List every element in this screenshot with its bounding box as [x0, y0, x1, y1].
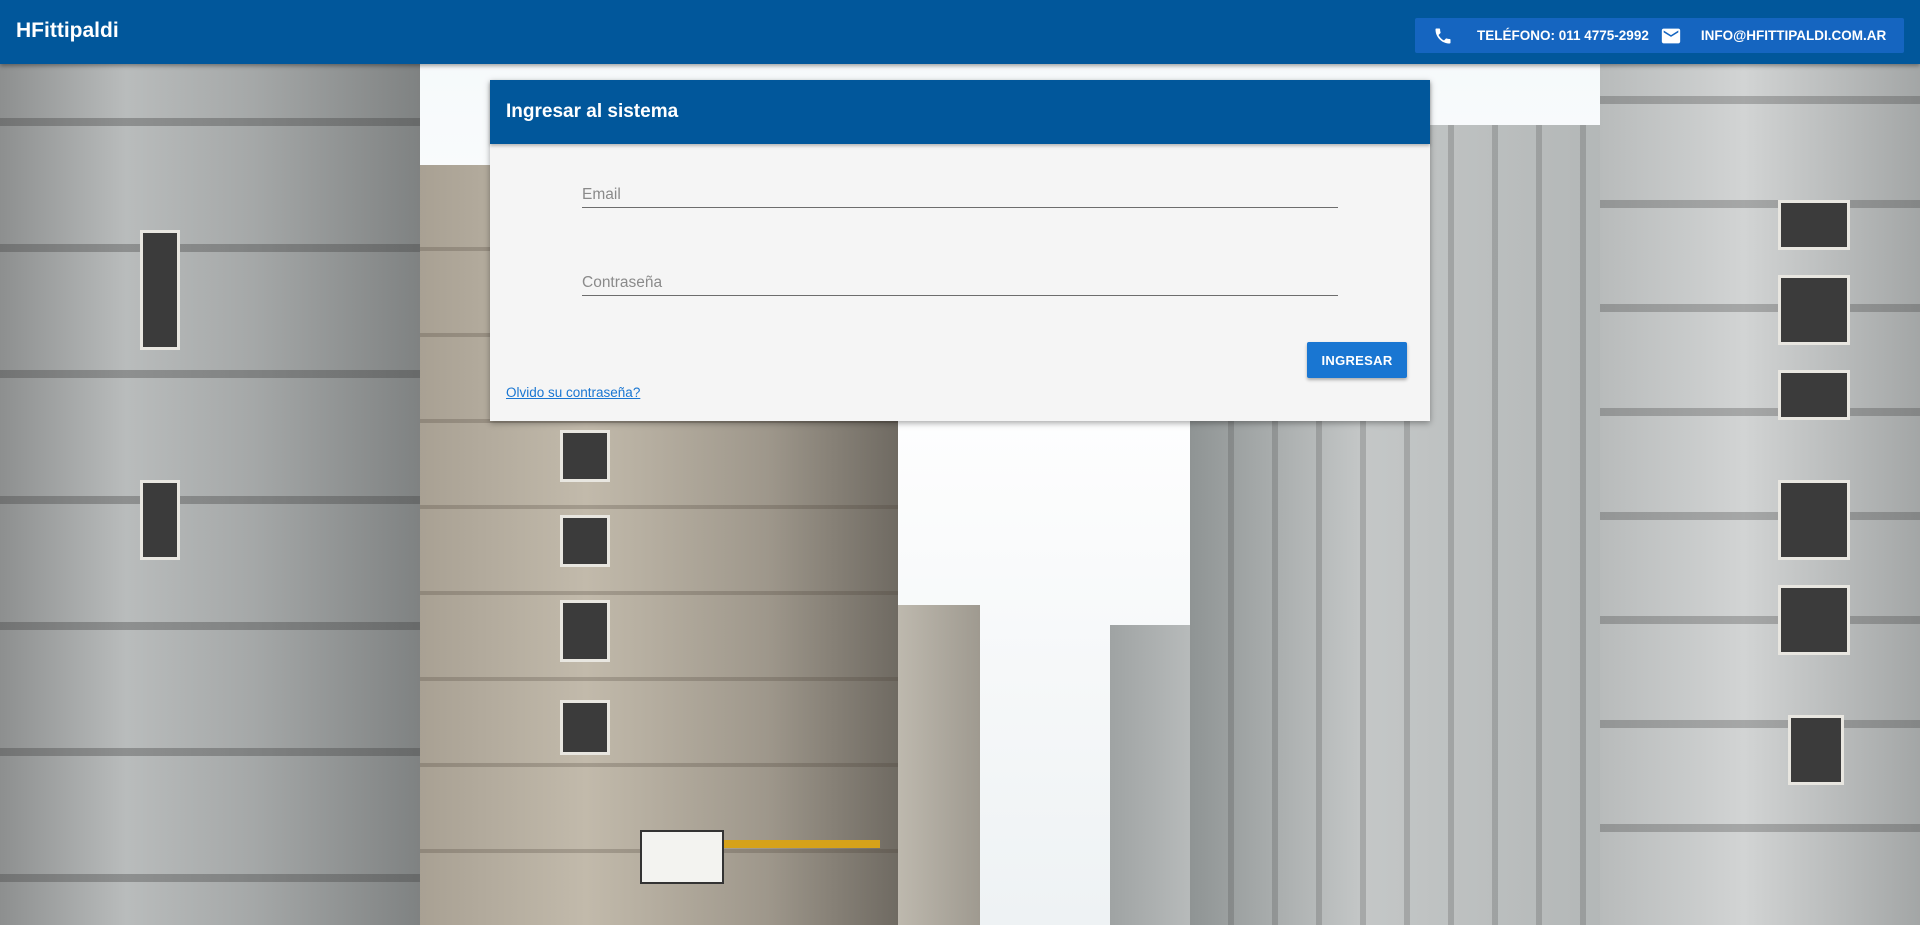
app-bar: HFittipaldi TELÉFONO: 011 4775-2992 INFO… [0, 0, 1920, 64]
phone-text: TELÉFONO: 011 4775-2992 [1477, 28, 1649, 43]
contact-info: TELÉFONO: 011 4775-2992 INFO@HFITTIPALDI… [1415, 18, 1904, 53]
background-window [560, 600, 610, 662]
background-window [560, 515, 610, 567]
background-window [1778, 480, 1850, 560]
background-window [1778, 370, 1850, 420]
background-street-sign [640, 830, 724, 884]
background-window [1778, 200, 1850, 250]
login-title: Ingresar al sistema [506, 101, 679, 122]
background-window [1788, 715, 1844, 785]
brand-title[interactable]: HFittipaldi [16, 19, 119, 43]
background-window [1778, 585, 1850, 655]
login-card-header: Ingresar al sistema [490, 80, 1430, 144]
background-window [1778, 275, 1850, 345]
background-window [140, 480, 180, 560]
phone-icon [1431, 24, 1455, 48]
password-input[interactable] [582, 260, 1338, 295]
background-window [560, 430, 610, 482]
email-input[interactable] [582, 172, 1338, 207]
password-field [582, 260, 1338, 296]
background-traffic-pole [720, 840, 880, 848]
background-window [560, 700, 610, 755]
login-card: Ingresar al sistema INGRESAR Olvido su c… [490, 80, 1430, 421]
background-window [140, 230, 180, 350]
email-field [582, 172, 1338, 208]
login-button[interactable]: INGRESAR [1307, 342, 1407, 378]
forgot-password-link[interactable]: Olvido su contraseña? [506, 385, 640, 400]
background-building [1600, 0, 1920, 925]
background-building [0, 0, 420, 925]
mail-icon [1659, 24, 1683, 48]
email-text[interactable]: INFO@HFITTIPALDI.COM.AR [1701, 28, 1886, 43]
